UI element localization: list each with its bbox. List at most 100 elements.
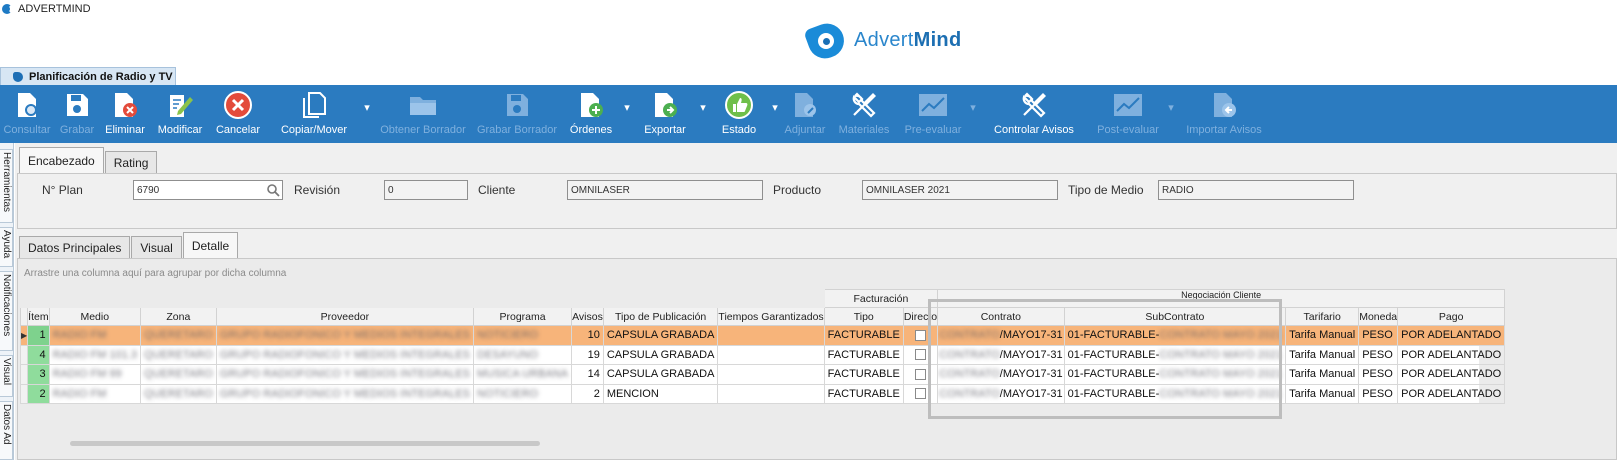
cell-pago[interactable]: POR ADELANTADO: [1397, 344, 1506, 365]
cell-tiempos[interactable]: [717, 344, 825, 365]
cell-avisos[interactable]: 10: [571, 325, 604, 346]
toolbar-button-obtener-borrador[interactable]: Obtener Borrador: [372, 85, 474, 143]
column-header[interactable]: Contrato: [937, 307, 1065, 326]
toolbar-button-órdenes[interactable]: Órdenes: [560, 85, 622, 143]
cell-contrato[interactable]: CONTRATO/MAYO17-31: [937, 364, 1065, 385]
cell-proveedor[interactable]: GRUPO RADIOFONICO Y MEDIOS INTEGRALES: [215, 364, 475, 385]
tipo-medio-field[interactable]: RADIO: [1158, 180, 1354, 200]
toolbar-button-cancelar[interactable]: Cancelar: [210, 85, 266, 143]
plan-number-field[interactable]: 6790: [133, 180, 283, 200]
cell-tipo_pub[interactable]: MENCION: [602, 383, 719, 404]
column-header[interactable]: Pago: [1397, 307, 1506, 326]
column-header[interactable]: Medio: [48, 307, 141, 326]
cell-directo[interactable]: [902, 325, 939, 346]
cell-tipo[interactable]: FACTURABLE: [823, 383, 904, 404]
cell-tipo_pub[interactable]: CAPSULA GRABADA: [602, 325, 719, 346]
toolbar-button-eliminar[interactable]: Eliminar: [100, 85, 150, 143]
cell-avisos[interactable]: 19: [571, 344, 604, 365]
toolbar-button-estado[interactable]: Estado: [708, 85, 770, 143]
directo-checkbox[interactable]: [914, 329, 926, 341]
cell-tiempos[interactable]: [717, 383, 825, 404]
cell-tipo_pub[interactable]: CAPSULA GRABADA: [602, 364, 719, 385]
cell-medio[interactable]: RADIO FM: [48, 383, 141, 404]
toolbar-button-materiales[interactable]: Materiales: [830, 85, 898, 143]
toolbar-button-adjuntar[interactable]: Adjuntar: [780, 85, 830, 143]
table-row[interactable]: 4 RADIO FM 101.3 QUERETARO GRUPO RADIOFONIC…: [19, 344, 1506, 365]
cliente-field[interactable]: OMNILASER: [567, 180, 763, 200]
cell-programa[interactable]: DESAYUNO: [472, 344, 573, 365]
cell-subcontrato[interactable]: 01-FACTURABLE-CONTRATO MAYO 2021: [1063, 325, 1287, 346]
directo-checkbox[interactable]: [914, 368, 926, 380]
side-tab-datos-ad[interactable]: Datos Ad: [0, 401, 13, 460]
row-indicator[interactable]: [19, 364, 29, 385]
cell-proveedor[interactable]: GRUPO RADIOFONICO Y MEDIOS INTEGRALES: [215, 325, 475, 346]
dropdown-arrow-icon[interactable]: ▾: [1166, 85, 1176, 114]
cell-tarifario[interactable]: Tarifa Manual: [1285, 364, 1360, 385]
side-tab-visual[interactable]: Visual: [0, 355, 13, 397]
tab-rating[interactable]: Rating: [104, 151, 158, 173]
directo-checkbox[interactable]: [914, 388, 926, 400]
column-header[interactable]: SubContrato: [1063, 307, 1287, 326]
cell-tarifario[interactable]: Tarifa Manual: [1285, 344, 1360, 365]
toolbar-button-consultar[interactable]: Consultar: [0, 85, 54, 143]
toolbar-button-pre-evaluar[interactable]: Pre-evaluar: [898, 85, 968, 143]
column-header[interactable]: Proveedor: [215, 307, 475, 326]
cell-programa[interactable]: MUSICA URBANA: [472, 364, 573, 385]
cell-item[interactable]: 4: [27, 344, 50, 365]
cell-tarifario[interactable]: Tarifa Manual: [1285, 325, 1360, 346]
cell-zona[interactable]: QUERETARO: [139, 325, 217, 346]
dropdown-arrow-icon[interactable]: ▾: [770, 85, 780, 114]
cell-directo[interactable]: [902, 364, 939, 385]
cell-tipo[interactable]: FACTURABLE: [823, 325, 904, 346]
row-indicator[interactable]: [19, 344, 29, 365]
table-row[interactable]: 3 RADIO FM 99 QUERETARO GRUPO RADIOFONICO Y…: [19, 364, 1506, 385]
cell-tipo[interactable]: FACTURABLE: [823, 344, 904, 365]
row-indicator[interactable]: ▶: [19, 325, 29, 346]
cell-medio[interactable]: RADIO FM: [48, 325, 141, 346]
side-tab-herramientas[interactable]: Herramientas: [0, 149, 13, 223]
toolbar-button-modificar[interactable]: Modificar: [150, 85, 210, 143]
cell-item[interactable]: 3: [27, 364, 50, 385]
column-header[interactable]: Tiempos Garantizados: [717, 307, 825, 326]
directo-checkbox[interactable]: [914, 349, 926, 361]
tab-detalle[interactable]: Detalle: [182, 232, 239, 258]
cell-item[interactable]: 2: [27, 383, 50, 404]
cell-contrato[interactable]: CONTRATO/MAYO17-31: [937, 325, 1065, 346]
cell-moneda[interactable]: PESO: [1358, 344, 1399, 365]
cell-tipo[interactable]: FACTURABLE: [823, 364, 904, 385]
cell-zona[interactable]: QUERETARO: [139, 383, 217, 404]
cell-programa[interactable]: NOTICIERO: [472, 383, 573, 404]
toolbar-button-grabar[interactable]: Grabar: [54, 85, 100, 143]
producto-field[interactable]: OMNILASER 2021: [862, 180, 1058, 200]
column-header[interactable]: Directo: [902, 307, 939, 326]
toolbar-button-copiar-mover[interactable]: Copiar/Mover: [266, 85, 362, 143]
dropdown-arrow-icon[interactable]: ▾: [698, 85, 708, 114]
cell-medio[interactable]: RADIO FM 101.3: [48, 344, 141, 365]
cell-zona[interactable]: QUERETARO: [139, 344, 217, 365]
column-header[interactable]: Avisos: [571, 307, 604, 326]
tab-visual[interactable]: Visual: [131, 236, 182, 258]
column-header[interactable]: Tipo de Publicación: [602, 307, 719, 326]
horizontal-scrollbar[interactable]: [70, 441, 540, 446]
cell-subcontrato[interactable]: 01-FACTURABLE-CONTRATO MAYO 2021: [1063, 344, 1287, 365]
cell-proveedor[interactable]: GRUPO RADIOFONICO Y MEDIOS INTEGRALES: [215, 344, 475, 365]
cell-contrato[interactable]: CONTRATO/MAYO17-31: [937, 344, 1065, 365]
toolbar-button-importar-avisos[interactable]: Importar Avisos: [1176, 85, 1272, 143]
cell-tiempos[interactable]: [717, 364, 825, 385]
dropdown-arrow-icon[interactable]: ▾: [622, 85, 632, 114]
cell-pago[interactable]: POR ADELANTADO: [1397, 364, 1506, 385]
column-header[interactable]: Moneda: [1358, 307, 1399, 326]
cell-programa[interactable]: NOTICIERO: [472, 325, 573, 346]
cell-proveedor[interactable]: GRUPO RADIOFONICO Y MEDIOS INTEGRALES: [215, 383, 475, 404]
cell-directo[interactable]: [902, 344, 939, 365]
side-tab-ayuda[interactable]: Ayuda: [0, 227, 13, 267]
toolbar-button-grabar-borrador[interactable]: Grabar Borrador: [474, 85, 560, 143]
toolbar-button-controlar-avisos[interactable]: Controlar Avisos: [978, 85, 1090, 143]
cell-moneda[interactable]: PESO: [1358, 325, 1399, 346]
column-header[interactable]: Programa: [472, 307, 573, 326]
cell-pago[interactable]: POR ADELANTADO: [1397, 325, 1506, 346]
toolbar-button-exportar[interactable]: Exportar: [632, 85, 698, 143]
toolbar-button-post-evaluar[interactable]: Post-evaluar: [1090, 85, 1166, 143]
revision-field[interactable]: 0: [384, 180, 468, 200]
cell-moneda[interactable]: PESO: [1358, 364, 1399, 385]
